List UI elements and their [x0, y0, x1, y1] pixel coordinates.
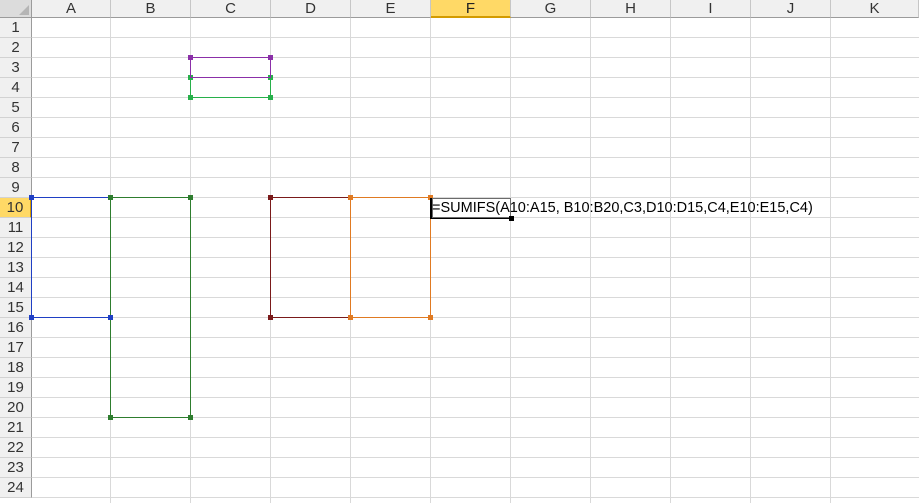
- gridline-horizontal: [32, 477, 919, 478]
- fill-handle[interactable]: [509, 216, 514, 221]
- row-header-19[interactable]: 19: [0, 378, 32, 398]
- row-header-14[interactable]: 14: [0, 278, 32, 298]
- row-header-6[interactable]: 6: [0, 118, 32, 138]
- row-header-5[interactable]: 5: [0, 98, 32, 118]
- gridline-horizontal: [32, 117, 919, 118]
- gridline-vertical: [830, 18, 831, 503]
- gridline-horizontal: [32, 137, 919, 138]
- row-header-3[interactable]: 3: [0, 58, 32, 78]
- gridline-horizontal: [32, 457, 919, 458]
- row-header-4[interactable]: 4: [0, 78, 32, 98]
- row-header-1[interactable]: 1: [0, 18, 32, 38]
- range-resize-handle[interactable]: [188, 95, 193, 100]
- row-header-9[interactable]: 9: [0, 178, 32, 198]
- range-resize-handle[interactable]: [188, 415, 193, 420]
- gridline-horizontal: [32, 177, 919, 178]
- range-resize-handle[interactable]: [108, 195, 113, 200]
- column-header-c[interactable]: C: [191, 0, 271, 18]
- select-all-corner[interactable]: [0, 0, 32, 18]
- row-header-15[interactable]: 15: [0, 298, 32, 318]
- range-c3: [190, 57, 271, 78]
- column-header-f[interactable]: F: [431, 0, 511, 18]
- range-b10-b20: [110, 197, 191, 418]
- gridline-horizontal: [32, 37, 919, 38]
- gridline-horizontal: [32, 497, 919, 498]
- row-header-20[interactable]: 20: [0, 398, 32, 418]
- gridline-horizontal: [32, 97, 919, 98]
- range-resize-handle[interactable]: [268, 195, 273, 200]
- gridline-vertical: [510, 18, 511, 503]
- column-header-k[interactable]: K: [831, 0, 919, 18]
- range-resize-handle[interactable]: [428, 315, 433, 320]
- row-header-24[interactable]: 24: [0, 478, 32, 498]
- row-header-10[interactable]: 10: [0, 198, 32, 218]
- row-header-17[interactable]: 17: [0, 338, 32, 358]
- column-header-j[interactable]: J: [751, 0, 831, 18]
- gridline-horizontal: [32, 77, 919, 78]
- row-header-16[interactable]: 16: [0, 318, 32, 338]
- range-d10-d15: [270, 197, 351, 318]
- range-resize-handle[interactable]: [268, 315, 273, 320]
- row-header-11[interactable]: 11: [0, 218, 32, 238]
- range-c4: [190, 77, 271, 98]
- spreadsheet-grid[interactable]: ABCDEFGHIJK 1 2 3 4 5 6 7 8 9 10 11 12 13 14 15 16 17 18 1…: [0, 0, 919, 503]
- gridline-vertical: [750, 18, 751, 503]
- gridline-horizontal: [32, 437, 919, 438]
- gridline-vertical: [670, 18, 671, 503]
- range-resize-handle[interactable]: [348, 315, 353, 320]
- row-header-7[interactable]: 7: [0, 138, 32, 158]
- formula-in-cell[interactable]: =SUMIFS(A10:A15, B10:B20,C3,D10:D15,C4,E…: [430, 198, 813, 219]
- gridline-horizontal: [32, 57, 919, 58]
- column-header-i[interactable]: I: [671, 0, 751, 18]
- range-resize-handle[interactable]: [108, 315, 113, 320]
- column-header-e[interactable]: E: [351, 0, 431, 18]
- gridline-horizontal: [32, 157, 919, 158]
- row-header-23[interactable]: 23: [0, 458, 32, 478]
- range-resize-handle[interactable]: [29, 195, 34, 200]
- range-resize-handle[interactable]: [268, 95, 273, 100]
- range-resize-handle[interactable]: [29, 315, 34, 320]
- range-a10-a15: [31, 197, 111, 318]
- column-header-g[interactable]: G: [511, 0, 591, 18]
- row-header-22[interactable]: 22: [0, 438, 32, 458]
- row-header-21[interactable]: 21: [0, 418, 32, 438]
- gridline-vertical: [590, 18, 591, 503]
- range-resize-handle[interactable]: [348, 195, 353, 200]
- row-header-8[interactable]: 8: [0, 158, 32, 178]
- range-e10-e15: [350, 197, 431, 318]
- column-header-a[interactable]: A: [32, 0, 111, 18]
- column-header-d[interactable]: D: [271, 0, 351, 18]
- row-header-12[interactable]: 12: [0, 238, 32, 258]
- range-resize-handle[interactable]: [188, 195, 193, 200]
- column-header-b[interactable]: B: [111, 0, 191, 18]
- row-header-13[interactable]: 13: [0, 258, 32, 278]
- row-header-18[interactable]: 18: [0, 358, 32, 378]
- range-resize-handle[interactable]: [108, 415, 113, 420]
- column-header-h[interactable]: H: [591, 0, 671, 18]
- row-header-2[interactable]: 2: [0, 38, 32, 58]
